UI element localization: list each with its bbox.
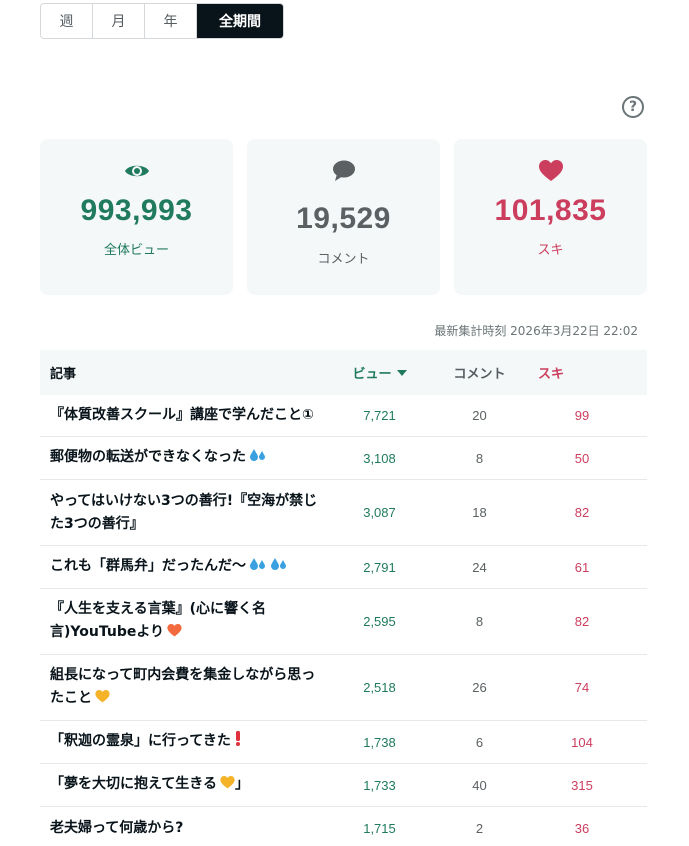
comments-card: 19,529 コメント [247, 139, 440, 295]
article-title-text: 「夢を大切に抱えて生きる [50, 776, 218, 792]
article-title[interactable]: 『体質改善スクール』講座で学んだこと① [40, 404, 332, 427]
comments-total: 19,529 [296, 202, 391, 235]
article-title[interactable]: 「釈迦の霊泉」に行ってきた [40, 730, 332, 754]
row-likes: 99 [574, 408, 590, 423]
row-views: 2,791 [363, 559, 396, 575]
row-views: 1,738 [363, 734, 396, 750]
yellow-heart-icon [95, 688, 110, 711]
row-views: 2,595 [363, 614, 396, 629]
sweat-drops-icon [249, 447, 267, 470]
row-likes: 104 [571, 734, 593, 750]
row-likes: 82 [574, 614, 590, 629]
table-header: 記事 ビュー コメント スキ [40, 350, 647, 395]
sweat-drops-icon [270, 556, 288, 579]
row-comments: 6 [475, 734, 484, 750]
views-label: 全体ビュー [103, 243, 169, 258]
table-row: 「夢を大切に抱えて生きる 」 1,733 40 315 [40, 764, 647, 807]
table-row: 組長になって町内会費を集金しながら思ったこと 2,518 26 74 [40, 655, 647, 721]
article-title-text: 」 [235, 776, 250, 792]
article-title[interactable]: これも「群馬弁」だったんだ〜 [40, 555, 332, 579]
comments-label: コメント [317, 252, 370, 267]
article-title[interactable]: 「夢を大切に抱えて生きる 」 [40, 773, 332, 797]
row-likes: 82 [574, 505, 590, 520]
article-title[interactable]: 老夫婦って何歳から? [40, 817, 332, 840]
table-row: 『体質改善スクール』講座で学んだこと① 7,721 20 99 [40, 395, 647, 437]
row-views: 7,721 [363, 408, 396, 423]
row-likes: 315 [571, 777, 593, 793]
header-views-label: ビュー [352, 367, 392, 382]
row-comments: 24 [472, 559, 487, 575]
article-title-text: 組長になって町内会費を集金しながら思ったこと [50, 667, 316, 706]
row-likes: 74 [574, 680, 590, 695]
row-likes: 50 [574, 450, 590, 466]
views-total: 993,993 [80, 194, 193, 227]
sweat-drops-icon [249, 556, 267, 579]
orange-heart-icon [167, 622, 182, 645]
eye-icon [124, 158, 150, 184]
header-title: 記事 [50, 367, 77, 382]
table-row: 老夫婦って何歳から? 1,715 2 36 [40, 807, 647, 846]
table-row: これも「群馬弁」だったんだ〜 2,791 24 61 [40, 546, 647, 589]
likes-total: 101,835 [494, 194, 607, 227]
table-row: 『人生を支える言葉』(心に響く名言)YouTubeより 2,595 8 82 [40, 589, 647, 655]
row-comments: 8 [475, 450, 484, 466]
article-title-text: これも「群馬弁」だったんだ〜 [50, 558, 246, 574]
tab-month[interactable]: 月 [93, 4, 145, 38]
row-comments: 2 [475, 820, 484, 836]
likes-label: スキ [537, 243, 564, 258]
row-likes: 61 [574, 559, 590, 575]
tab-year[interactable]: 年 [145, 4, 197, 38]
article-title[interactable]: 郵便物の転送ができなくなった [40, 446, 332, 470]
table-row: やってはいけない3つの善行!『空海が禁じた3つの善行』 3,087 18 82 [40, 480, 647, 546]
row-views: 1,733 [363, 777, 396, 793]
speech-bubble-icon [332, 158, 356, 184]
header-likes: スキ [538, 367, 565, 382]
yellow-heart-icon [220, 774, 235, 797]
row-views: 3,108 [363, 450, 396, 466]
period-tabs: 週 月 年 全期間 [40, 3, 284, 39]
row-comments: 40 [472, 777, 487, 793]
views-card: 993,993 全体ビュー [40, 139, 233, 295]
heart-icon [538, 158, 563, 184]
sort-down-icon [396, 369, 407, 376]
article-title-text: 「釈迦の霊泉」に行ってきた [50, 733, 231, 749]
table-row: 郵便物の転送ができなくなった 3,108 8 50 [40, 437, 647, 480]
header-comments: コメント [453, 367, 506, 382]
header-views-sort[interactable]: ビュー [332, 363, 427, 382]
row-comments: 20 [472, 408, 487, 423]
last-updated: 最新集計時刻 2026年3月22日 22:02 [434, 324, 638, 338]
table-row: 「釈迦の霊泉」に行ってきた 1,738 6 104 [40, 721, 647, 764]
row-comments: 26 [472, 680, 487, 695]
tab-all-time[interactable]: 全期間 [197, 4, 283, 38]
help-icon[interactable]: ? [622, 96, 644, 118]
row-comments: 8 [475, 614, 484, 629]
article-title-text: 『人生を支える言葉』(心に響く名言)YouTubeより [50, 601, 266, 640]
row-views: 3,087 [363, 505, 396, 520]
article-title[interactable]: 組長になって町内会費を集金しながら思ったこと [40, 664, 332, 711]
row-comments: 18 [472, 505, 487, 520]
exclamation-icon [234, 731, 242, 754]
row-likes: 36 [574, 820, 590, 836]
tab-week[interactable]: 週 [41, 4, 93, 38]
article-title[interactable]: 『人生を支える言葉』(心に響く名言)YouTubeより [40, 598, 332, 645]
likes-card: 101,835 スキ [454, 139, 647, 295]
article-title[interactable]: やってはいけない3つの善行!『空海が禁じた3つの善行』 [40, 490, 332, 536]
row-views: 2,518 [363, 680, 396, 695]
row-views: 1,715 [363, 820, 396, 836]
articles-table: 記事 ビュー コメント スキ 『体質改善スクール』講座で学んだこと① 7,721… [40, 350, 647, 846]
article-title-text: 郵便物の転送ができなくなった [50, 449, 246, 465]
